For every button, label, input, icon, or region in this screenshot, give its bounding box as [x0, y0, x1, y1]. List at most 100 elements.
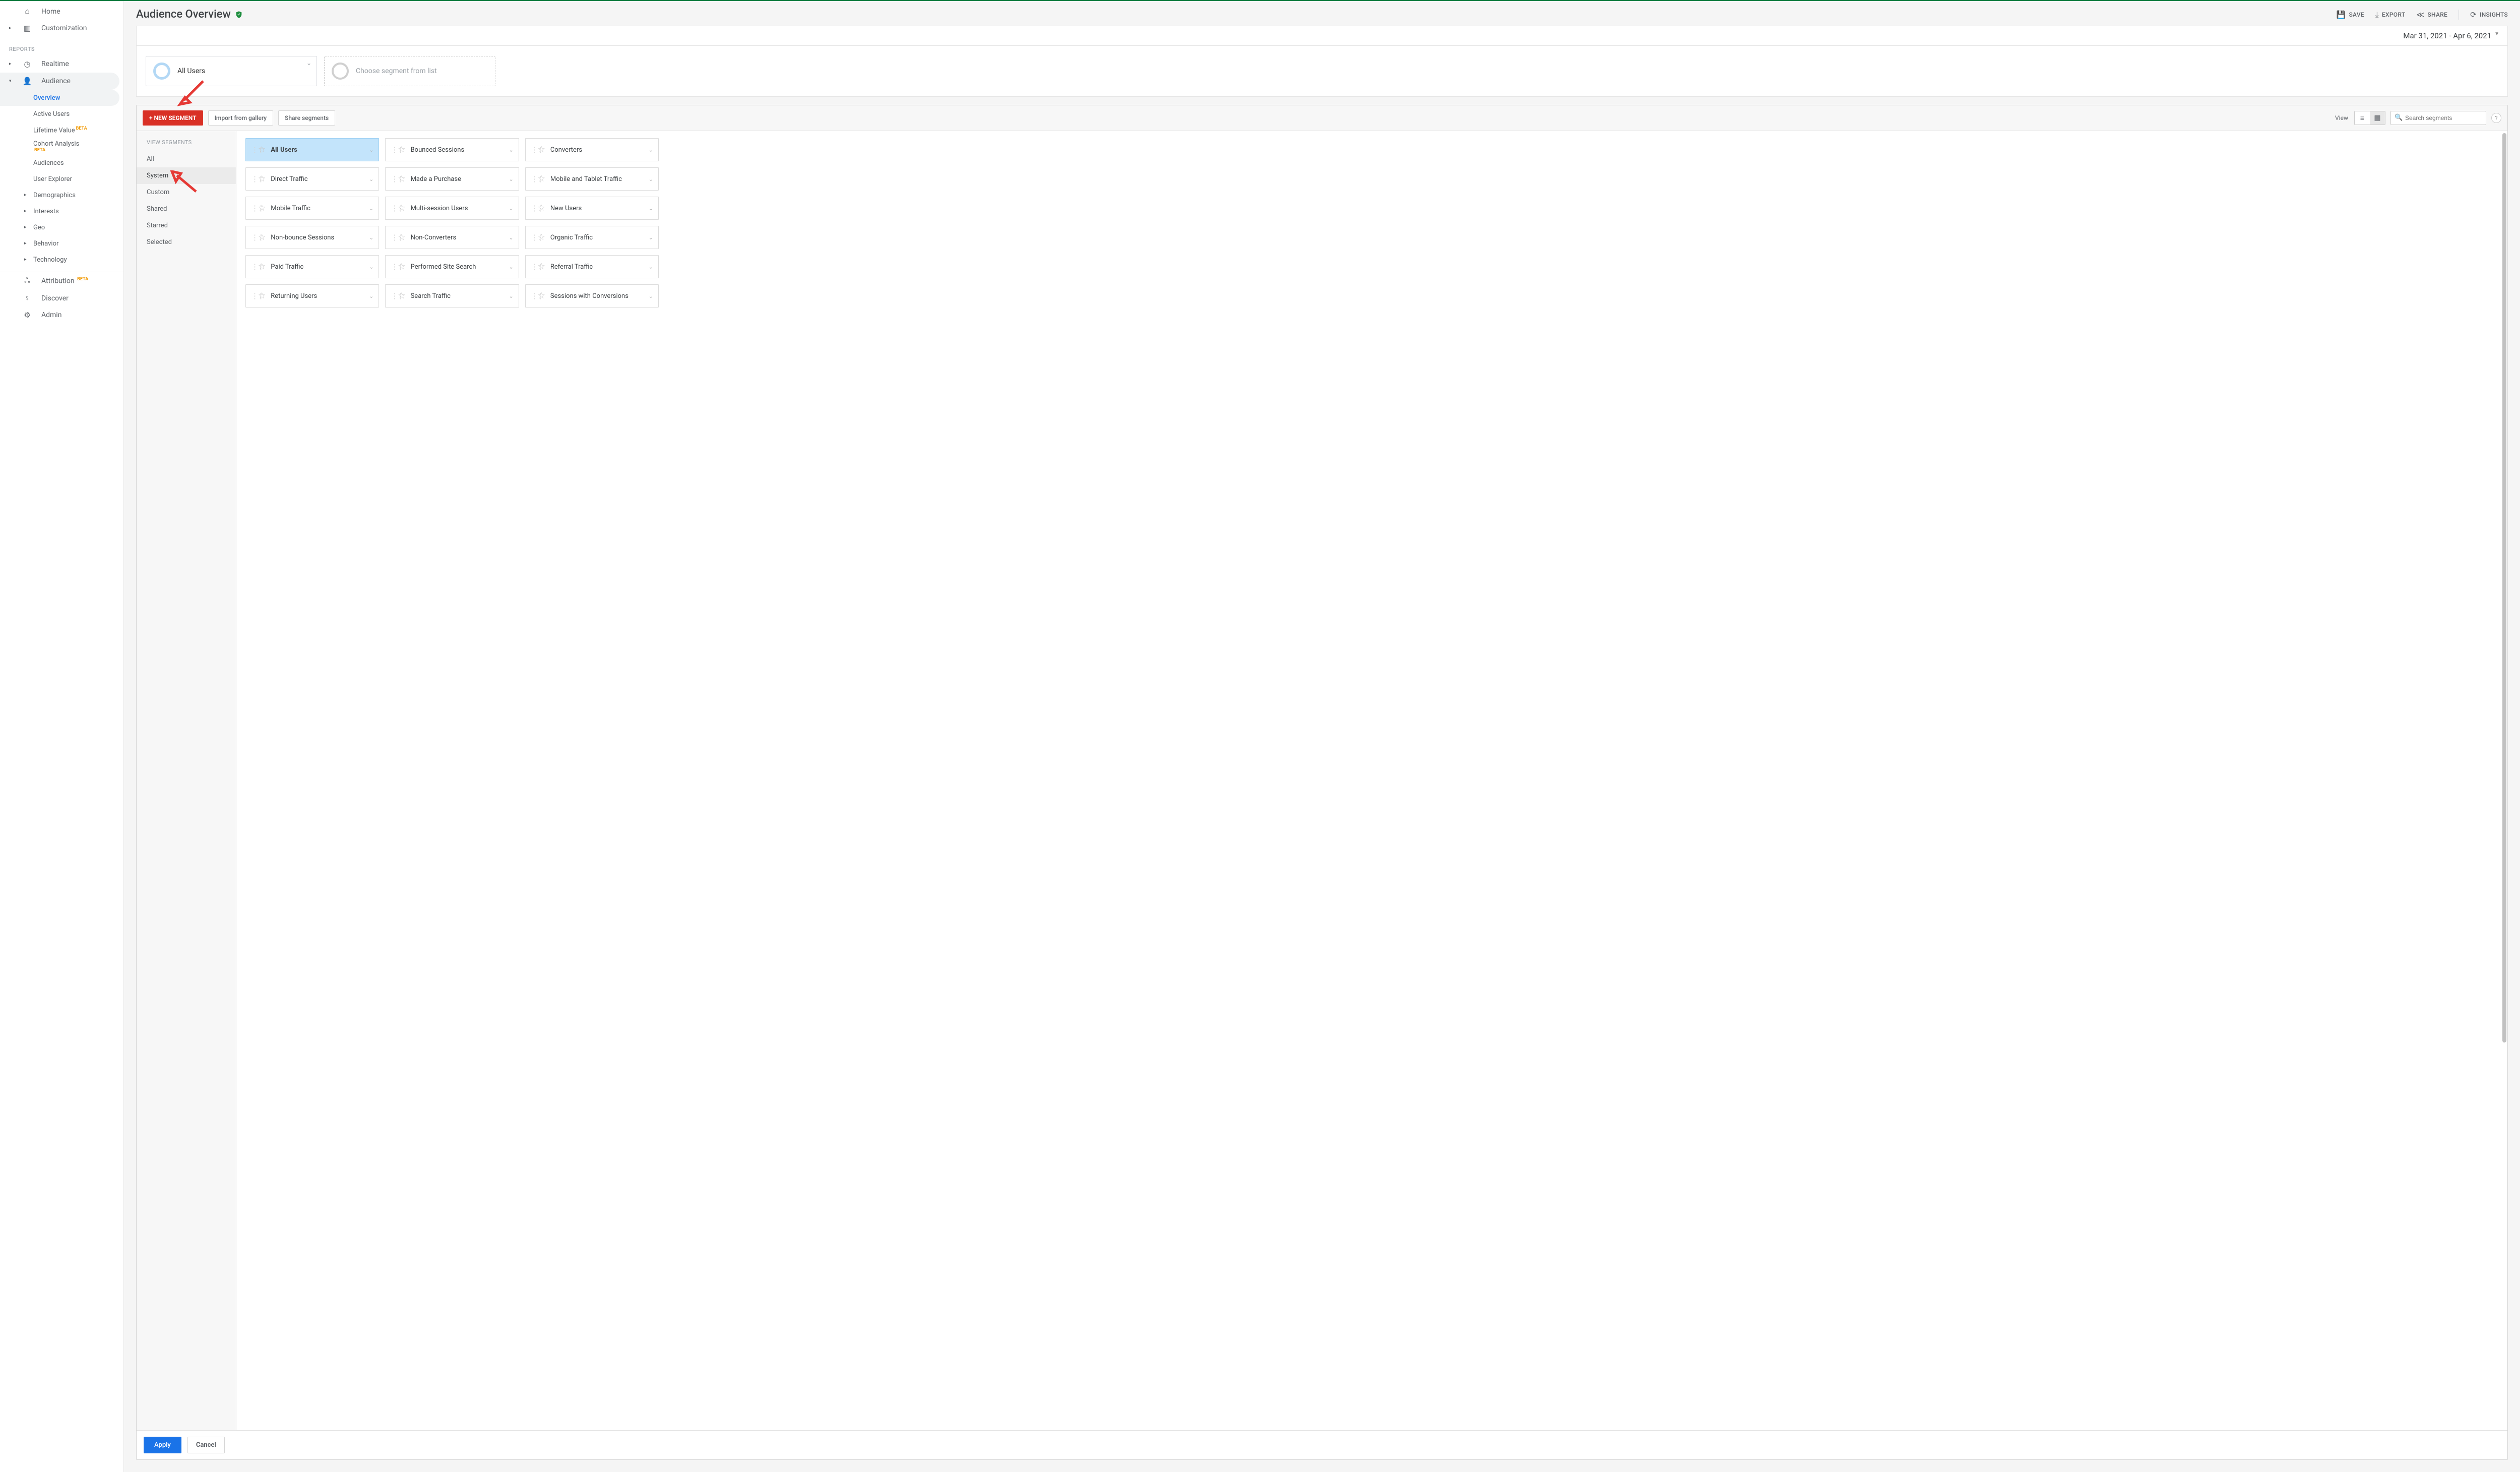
chevron-down-icon[interactable]: ⌄ [509, 205, 513, 212]
segment-tile[interactable]: ⋮⋮☆Bounced Sessions⌄ [385, 138, 519, 161]
sidebar-item-attribution[interactable]: ஃ Attribution BETA [0, 272, 123, 290]
chevron-down-icon[interactable]: ⌄ [369, 176, 373, 182]
segment-card-label: All Users [177, 67, 205, 75]
sidebar-sub-lifetime-value[interactable]: Lifetime ValueBETA [0, 122, 123, 138]
star-icon[interactable]: ☆ [258, 232, 266, 242]
star-icon[interactable]: ☆ [258, 145, 266, 155]
segment-tile[interactable]: ⋮⋮☆Mobile and Tablet Traffic⌄ [525, 167, 659, 191]
star-icon[interactable]: ☆ [258, 203, 266, 213]
star-icon[interactable]: ☆ [258, 291, 266, 301]
view-segments-shared[interactable]: Shared [137, 201, 236, 217]
segment-tile[interactable]: ⋮⋮☆All Users⌄ [245, 138, 379, 161]
sidebar-sub-demographics[interactable]: ▸ Demographics [0, 187, 123, 203]
star-icon[interactable]: ☆ [398, 174, 405, 184]
sidebar-item-audience[interactable]: ▾ 👤 Audience [0, 73, 119, 90]
search-segments-input[interactable] [2390, 111, 2486, 125]
star-icon[interactable]: ☆ [538, 203, 545, 213]
sidebar-sub-overview[interactable]: Overview [0, 90, 119, 106]
chevron-down-icon[interactable]: ⌄ [649, 264, 653, 270]
star-icon[interactable]: ☆ [398, 203, 405, 213]
star-icon[interactable]: ☆ [258, 174, 266, 184]
view-list-button[interactable]: ≡ [2355, 111, 2370, 125]
sidebar-item-home[interactable]: ⌂ Home [0, 3, 123, 20]
beta-badge: BETA [34, 148, 45, 153]
scrollbar-thumb[interactable] [2502, 133, 2506, 1042]
sidebar-sub-cohort-analysis[interactable]: Cohort Analysis BETA [0, 138, 123, 155]
sidebar-sub-audiences[interactable]: Audiences [0, 155, 123, 171]
star-icon[interactable]: ☆ [538, 291, 545, 301]
chevron-down-icon[interactable]: ⌄ [306, 59, 311, 67]
sidebar-sub-behavior[interactable]: ▸ Behavior [0, 235, 123, 252]
sidebar-item-discover[interactable]: ♀ Discover [0, 290, 123, 306]
insights-button[interactable]: ⟳ INSIGHTS [2470, 10, 2508, 19]
view-grid-button[interactable]: ▦ [2370, 111, 2385, 125]
star-icon[interactable]: ☆ [538, 145, 545, 155]
chevron-down-icon[interactable]: ⌄ [509, 293, 513, 299]
view-segments-selected[interactable]: Selected [137, 234, 236, 251]
save-button[interactable]: 💾 SAVE [2337, 10, 2364, 19]
chevron-down-icon[interactable]: ⌄ [509, 264, 513, 270]
cancel-button[interactable]: Cancel [187, 1437, 225, 1453]
chevron-down-icon[interactable]: ⌄ [369, 205, 373, 212]
segment-card-add[interactable]: Choose segment from list [324, 56, 495, 86]
star-icon[interactable]: ☆ [398, 232, 405, 242]
star-icon[interactable]: ☆ [538, 262, 545, 272]
import-from-gallery-button[interactable]: Import from gallery [208, 110, 274, 126]
segment-tile[interactable]: ⋮⋮☆Non-Converters⌄ [385, 226, 519, 249]
export-button[interactable]: ⤓ EXPORT [2375, 10, 2405, 19]
segment-tile[interactable]: ⋮⋮☆Performed Site Search⌄ [385, 255, 519, 278]
sidebar-sub-active-users[interactable]: Active Users [0, 106, 123, 122]
star-icon[interactable]: ☆ [538, 232, 545, 242]
sidebar-item-admin[interactable]: ⚙ Admin [0, 306, 123, 324]
segment-tile[interactable]: ⋮⋮☆Mobile Traffic⌄ [245, 197, 379, 220]
help-button[interactable]: ? [2491, 113, 2501, 123]
chevron-down-icon[interactable]: ⌄ [649, 176, 653, 182]
segment-tile[interactable]: ⋮⋮☆Organic Traffic⌄ [525, 226, 659, 249]
chevron-down-icon[interactable]: ⌄ [649, 205, 653, 212]
view-segments-system[interactable]: System [137, 167, 236, 184]
new-segment-button[interactable]: + NEW SEGMENT [143, 110, 203, 126]
sidebar-sub-label: Demographics [33, 192, 76, 199]
share-button[interactable]: ≪ SHARE [2416, 10, 2447, 19]
sidebar-item-customization[interactable]: ▸ ▥ Customization [0, 20, 123, 37]
share-segments-button[interactable]: Share segments [278, 110, 335, 126]
segment-tile[interactable]: ⋮⋮☆Non-bounce Sessions⌄ [245, 226, 379, 249]
segment-tile[interactable]: ⋮⋮☆Made a Purchase⌄ [385, 167, 519, 191]
chevron-down-icon[interactable]: ⌄ [509, 234, 513, 241]
chevron-down-icon[interactable]: ⌄ [369, 147, 373, 153]
view-segments-custom[interactable]: Custom [137, 184, 236, 201]
chevron-down-icon[interactable]: ⌄ [509, 176, 513, 182]
apply-button[interactable]: Apply [144, 1437, 181, 1453]
segment-tile[interactable]: ⋮⋮☆Direct Traffic⌄ [245, 167, 379, 191]
star-icon[interactable]: ☆ [538, 174, 545, 184]
chevron-down-icon[interactable]: ⌄ [369, 234, 373, 241]
segment-tile[interactable]: ⋮⋮☆New Users⌄ [525, 197, 659, 220]
segment-tile[interactable]: ⋮⋮☆Referral Traffic⌄ [525, 255, 659, 278]
date-range-picker[interactable]: Mar 31, 2021 - Apr 6, 2021 ▼ [136, 26, 2508, 45]
view-segments-all[interactable]: All [137, 151, 236, 167]
view-segments-starred[interactable]: Starred [137, 217, 236, 234]
scrollbar[interactable] [2501, 131, 2506, 1430]
segment-tile[interactable]: ⋮⋮☆Search Traffic⌄ [385, 284, 519, 308]
segment-tile[interactable]: ⋮⋮☆Multi-session Users⌄ [385, 197, 519, 220]
chevron-down-icon[interactable]: ⌄ [649, 234, 653, 241]
sidebar-sub-user-explorer[interactable]: User Explorer [0, 171, 123, 187]
star-icon[interactable]: ☆ [398, 262, 405, 272]
sidebar-sub-technology[interactable]: ▸ Technology [0, 252, 123, 268]
chevron-down-icon[interactable]: ⌄ [649, 293, 653, 299]
chevron-down-icon[interactable]: ⌄ [509, 147, 513, 153]
sidebar-sub-interests[interactable]: ▸ Interests [0, 203, 123, 219]
sidebar-sub-geo[interactable]: ▸ Geo [0, 219, 123, 235]
segment-card-all-users[interactable]: All Users ⌄ [146, 56, 317, 86]
chevron-down-icon[interactable]: ⌄ [649, 147, 653, 153]
star-icon[interactable]: ☆ [398, 145, 405, 155]
segment-tile[interactable]: ⋮⋮☆Sessions with Conversions⌄ [525, 284, 659, 308]
chevron-down-icon[interactable]: ⌄ [369, 264, 373, 270]
star-icon[interactable]: ☆ [258, 262, 266, 272]
sidebar-item-realtime[interactable]: ▸ ◷ Realtime [0, 55, 123, 73]
segment-tile[interactable]: ⋮⋮☆Returning Users⌄ [245, 284, 379, 308]
chevron-down-icon[interactable]: ⌄ [369, 293, 373, 299]
segment-tile[interactable]: ⋮⋮☆Converters⌄ [525, 138, 659, 161]
segment-tile[interactable]: ⋮⋮☆Paid Traffic⌄ [245, 255, 379, 278]
star-icon[interactable]: ☆ [398, 291, 405, 301]
